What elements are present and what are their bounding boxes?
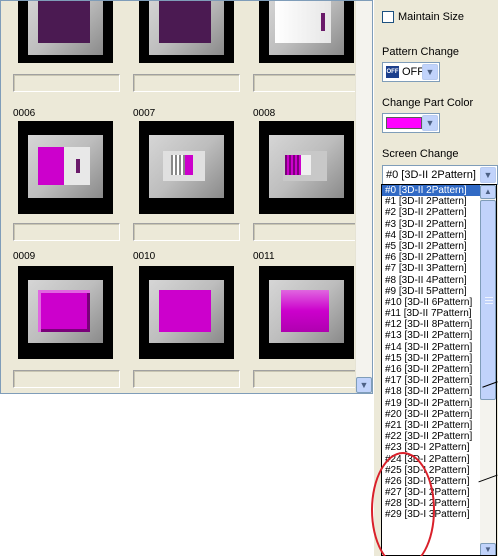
part-name-field[interactable] (133, 74, 240, 92)
screen-list-item[interactable]: #5 [3D-II 2Pattern] (382, 241, 481, 252)
scroll-up-arrow-icon[interactable]: ▲ (480, 185, 496, 199)
part-name-field[interactable] (133, 370, 240, 388)
screen-list-item[interactable]: #20 [3D-II 2Pattern] (382, 409, 481, 420)
screen-list-item[interactable]: #1 [3D-II 2Pattern] (382, 196, 481, 207)
part-name-field[interactable] (13, 223, 120, 241)
part-label: 0010 (133, 251, 156, 262)
part-tile-0008[interactable] (259, 121, 354, 214)
screen-list-item[interactable]: #19 [3D-II 2Pattern] (382, 398, 481, 409)
screen-list-item[interactable]: #15 [3D-II 2Pattern] (382, 353, 481, 364)
part-name-field[interactable] (133, 223, 240, 241)
part-name-field[interactable] (13, 74, 120, 92)
part-tile-0006[interactable] (18, 121, 113, 214)
part-tile-0007[interactable] (139, 121, 234, 214)
screen-change-value: #0 [3D-II 2Pattern] (386, 169, 476, 181)
part-tile-0010[interactable] (139, 266, 234, 359)
change-part-color-label: Change Part Color (382, 97, 474, 109)
screen-list-item[interactable]: #3 [3D-II 2Pattern] (382, 219, 481, 230)
screen-change-select[interactable]: #0 [3D-II 2Pattern] ▼ (382, 165, 498, 185)
screen-list-item[interactable]: #17 [3D-II 2Pattern] (382, 375, 481, 386)
part-label: 0011 (253, 251, 275, 262)
screen-list-item[interactable]: #0 [3D-II 2Pattern] (382, 185, 481, 197)
part-label: 0008 (253, 108, 276, 119)
part-name-field[interactable] (253, 370, 360, 388)
part-label: 0007 (133, 108, 156, 119)
pattern-change-label: Pattern Change (382, 46, 460, 58)
part-tile-0003[interactable] (18, 1, 113, 63)
chevron-down-icon[interactable]: ▼ (422, 115, 438, 131)
screen-list-item[interactable]: #8 [3D-II 4Pattern] (382, 275, 481, 286)
part-name-field[interactable] (253, 74, 360, 92)
pattern-off-icon: OFF (386, 66, 399, 78)
part-tile-0009[interactable] (18, 266, 113, 359)
part-name-field[interactable] (253, 223, 360, 241)
screen-change-label: Screen Change (382, 148, 459, 160)
screen-list-item[interactable]: #4 [3D-II 2Pattern] (382, 230, 481, 241)
screen-list-item[interactable]: #7 [3D-II 3Pattern] (382, 263, 481, 274)
highlight-circle (371, 452, 435, 556)
screen-list-item[interactable]: #6 [3D-II 2Pattern] (382, 252, 481, 263)
gallery-grid: 0006 0007 0008 0009 0010 0011 (1, 1, 360, 393)
chevron-down-icon[interactable]: ▼ (422, 64, 438, 80)
dropdown-scrollbar[interactable]: ▲ ▼ (480, 185, 496, 555)
pattern-change-select[interactable]: OFF OFF ▼ (382, 62, 440, 82)
screen-list-item[interactable]: #12 [3D-II 8Pattern] (382, 319, 481, 330)
screen-list-item[interactable]: #11 [3D-II 7Pattern] (382, 308, 481, 319)
scroll-down-arrow-icon[interactable]: ▼ (480, 543, 496, 555)
maintain-size-label: Maintain Size (398, 11, 465, 23)
screen-list-item[interactable]: #16 [3D-II 2Pattern] (382, 364, 481, 375)
part-tile-0004[interactable] (139, 1, 234, 63)
part-label: 0006 (13, 108, 36, 119)
screen-list-item[interactable]: #9 [3D-II 5Pattern] (382, 286, 481, 297)
gallery-scrollbar[interactable]: ▼ (355, 1, 372, 393)
color-swatch (386, 117, 422, 129)
maintain-size-checkbox[interactable] (382, 11, 394, 23)
screen-list-item[interactable]: #2 [3D-II 2Pattern] (382, 207, 481, 218)
screen-list-item[interactable]: #18 [3D-II 2Pattern] (382, 386, 481, 397)
part-tile-0005[interactable] (259, 1, 354, 63)
scrollbar-thumb[interactable] (480, 200, 496, 400)
part-tile-0011[interactable] (259, 266, 354, 359)
pattern-change-value: OFF (402, 66, 424, 78)
part-color-picker[interactable]: ▼ (382, 113, 440, 133)
screen-list-item[interactable]: #21 [3D-II 2Pattern] (382, 420, 481, 431)
screen-list-item[interactable]: #14 [3D-II 2Pattern] (382, 342, 481, 353)
chevron-down-icon[interactable]: ▼ (480, 167, 496, 183)
scroll-down-arrow-icon[interactable]: ▼ (356, 377, 372, 393)
screen-list-item[interactable]: #22 [3D-II 2Pattern] (382, 431, 481, 442)
part-label: 0009 (13, 251, 36, 262)
part-name-field[interactable] (13, 370, 120, 388)
screen-list-item[interactable]: #13 [3D-II 2Pattern] (382, 330, 481, 341)
parts-gallery: 0006 0007 0008 0009 0010 0011 ▼ (0, 0, 373, 394)
screen-list-item[interactable]: #10 [3D-II 6Pattern] (382, 297, 481, 308)
